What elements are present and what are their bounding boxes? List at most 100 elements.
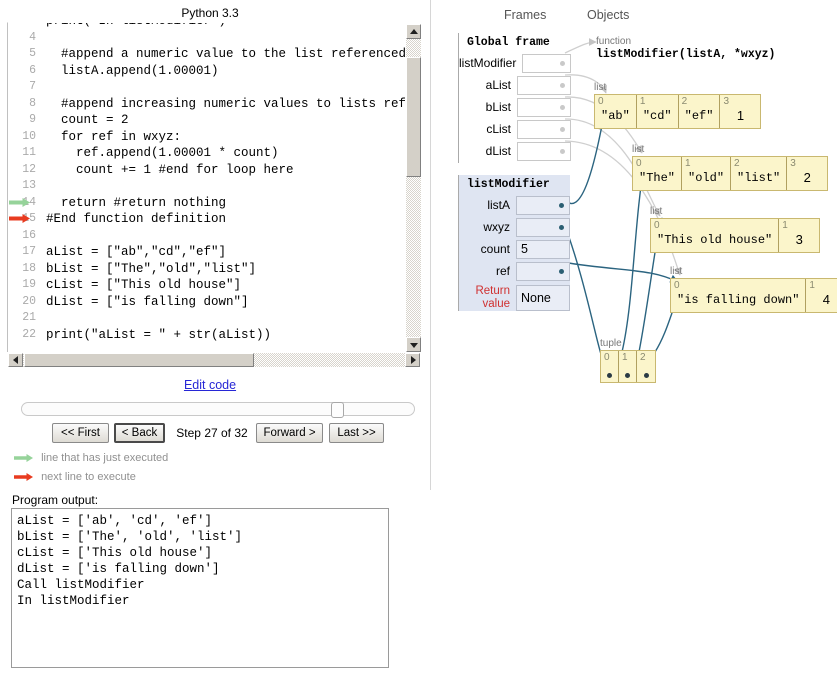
code-line-number: 7 <box>29 80 36 93</box>
function-signature: listModifier(listA, *wxyz) <box>596 48 776 61</box>
heap-cell-value: "cd" <box>642 109 672 123</box>
next-line-arrow-icon <box>9 213 31 225</box>
code-line: 19 cList = ["This old house"] <box>8 277 420 294</box>
scroll-left-button[interactable] <box>8 353 23 367</box>
global-frame-variables: listModifier aList bList cList dList <box>459 52 571 162</box>
heap-cell-index: 1 <box>639 96 646 107</box>
variable-value-box <box>517 119 571 139</box>
pointer-dot-icon <box>560 104 565 110</box>
heap-cell-index: 2 <box>640 352 646 363</box>
code-line-number: 3 <box>8 23 36 30</box>
code-line-number: 21 <box>22 311 36 324</box>
vertical-scrollbar-thumb[interactable] <box>406 57 421 177</box>
code-line-text: #End function definition <box>46 212 227 226</box>
frame-variable-row: count 5 <box>459 238 570 260</box>
pythontutor-visualizer: Python 3.3 3print("In listModifier")45 #… <box>0 0 837 684</box>
horizontal-scrollbar-thumb[interactable] <box>24 353 254 367</box>
listmodifier-frame: listModifier listA wxyz count 5 ref Return val… <box>458 175 570 311</box>
variable-value-box <box>516 195 570 215</box>
code-line-text: count += 1 #end for loop here <box>46 162 294 177</box>
tuple-cells: 0 1 2 <box>600 350 656 383</box>
green-arrow-icon <box>14 453 34 463</box>
list-object-alist: list 0 "ab" 1 "cd" 2 "ef" 3 1 <box>594 82 762 129</box>
objects-column-header: Objects <box>587 8 630 22</box>
code-line-text: print("In listModifier") <box>36 23 226 30</box>
edit-code-link[interactable]: Edit code <box>0 378 420 392</box>
last-step-button[interactable]: Last >> <box>329 423 384 443</box>
heap-cell: 1 "cd" <box>637 95 679 128</box>
scroll-down-button[interactable] <box>406 337 421 352</box>
step-counter-label: Step 27 of 32 <box>176 426 248 440</box>
pointer-dot-icon <box>560 82 565 88</box>
frame-variable-row: aList <box>459 74 571 96</box>
code-line-text: #append a numeric value to the list refe… <box>46 47 420 61</box>
code-line: 8 #append increasing numeric values to l… <box>8 96 420 113</box>
code-line-text: dList = ["is falling down"] <box>46 294 249 309</box>
heap-cell: 0 "ab" <box>595 95 637 128</box>
function-object-type-label: function <box>596 36 632 47</box>
heap-cell: 1 "old" <box>682 157 732 190</box>
code-line-text: count = 2 <box>46 113 129 127</box>
variable-name: count <box>480 241 510 256</box>
heap-cell-index: 2 <box>681 96 688 107</box>
frame-variable-row: listModifier <box>459 52 571 74</box>
forward-step-button[interactable]: Forward > <box>256 423 323 443</box>
frame-variable-row: cList <box>459 118 571 140</box>
code-line: 22 print("aList = " + str(aList)) <box>8 327 420 344</box>
code-line-text: bList = ["The","old","list"] <box>46 261 257 276</box>
heap-cell-index: 1 <box>685 158 691 169</box>
code-and-controls-panel: Python 3.3 3print("In listModifier")4 5 #… <box>0 0 434 684</box>
code-line: 9 count = 2 <box>8 112 420 129</box>
code-vertical-scrollbar[interactable] <box>405 23 422 353</box>
code-line: 5 #append a numeric value to the list re… <box>8 46 420 63</box>
code-line: 7 <box>8 79 420 96</box>
variable-value-box <box>517 141 571 161</box>
alist-cells: 0 "ab" 1 "cd" 2 "ef" 3 1 <box>594 94 762 129</box>
scroll-up-button[interactable] <box>406 24 421 39</box>
variable-value-box <box>516 217 570 237</box>
code-line: 13 <box>8 178 420 195</box>
heap-cell-value: "list" <box>737 171 781 185</box>
code-line: 6 listA.append(1.00001) <box>8 63 420 80</box>
code-line: 10 for ref in wxyz: <box>8 129 420 146</box>
variable-name: bList <box>485 99 511 114</box>
chevron-down-icon <box>409 342 418 348</box>
step-slider-handle[interactable] <box>331 402 344 418</box>
clist-cells: 0 "This old house" 1 3 <box>650 218 821 253</box>
code-line-number: 17 <box>22 245 36 258</box>
code-line-number: 19 <box>22 278 36 291</box>
variable-value-box <box>522 53 571 73</box>
code-line: 20 dList = ["is falling down"] <box>8 294 420 311</box>
pointer-dot-icon <box>559 224 564 230</box>
variable-value-box: 5 <box>516 239 570 259</box>
code-line-number: 13 <box>22 179 36 192</box>
heap-cell-index: 3 <box>723 96 729 107</box>
first-step-button[interactable]: << First <box>52 423 109 443</box>
heap-cell: 0 "is falling down" <box>671 279 807 312</box>
program-output-box[interactable]: aList = ['ab', 'cd', 'ef'] bList = ['The… <box>11 508 389 668</box>
code-line-number: 6 <box>29 63 36 77</box>
code-line-number: 11 <box>22 146 36 159</box>
code-horizontal-scrollbar[interactable] <box>7 352 421 368</box>
pointer-dot-icon <box>560 126 565 132</box>
code-line: 12 count += 1 #end for loop here <box>8 162 420 179</box>
heap-cell-value: "This old house" <box>657 233 773 247</box>
scroll-right-button[interactable] <box>405 353 420 367</box>
frames-column-header: Frames <box>504 8 547 22</box>
code-display[interactable]: 3print("In listModifier")4 5 #append a nu… <box>7 22 420 353</box>
variable-name: cList <box>486 121 511 136</box>
step-slider[interactable] <box>21 402 415 418</box>
variable-name: Return value <box>475 285 510 310</box>
chevron-up-icon <box>409 28 418 34</box>
chevron-left-icon <box>12 356 18 364</box>
listmodifier-frame-title: listModifier <box>467 178 550 191</box>
back-step-button[interactable]: < Back <box>114 423 165 443</box>
code-line-text: ref.append(1.00001 * count) <box>46 146 279 160</box>
code-line-number: 12 <box>22 162 36 176</box>
list-object-clist: list 0 "This old house" 1 3 <box>650 206 821 253</box>
code-line-text: aList = ["ab","cd","ef"] <box>46 245 227 259</box>
heap-cell-index: 1 <box>809 280 815 291</box>
heap-cell-index: 2 <box>734 158 740 169</box>
heap-cell-index: 1 <box>782 220 788 231</box>
heap-cell-value: 1 <box>736 108 745 123</box>
